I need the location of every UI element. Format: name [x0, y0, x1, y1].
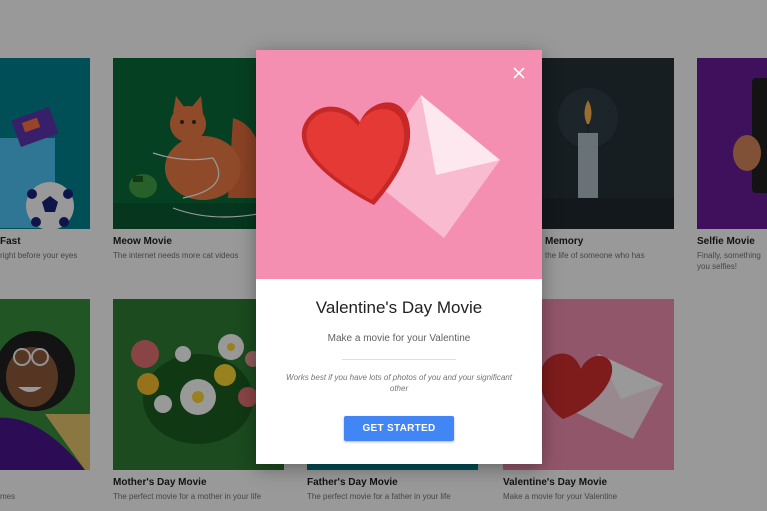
heart-envelope-illustration [301, 95, 500, 238]
dialog-subtitle: Make a movie for your Valentine [327, 333, 471, 344]
dialog-hero [256, 50, 542, 279]
valentines-movie-dialog: Valentine's Day Movie Make a movie for y… [256, 50, 542, 464]
divider [342, 359, 456, 360]
close-button[interactable] [510, 64, 528, 82]
dialog-title: Valentine's Day Movie [315, 298, 483, 317]
close-icon [513, 67, 525, 79]
get-started-button[interactable]: GET STARTED [344, 416, 454, 441]
dialog-note: Works best if you have lots of photos of… [286, 373, 512, 393]
